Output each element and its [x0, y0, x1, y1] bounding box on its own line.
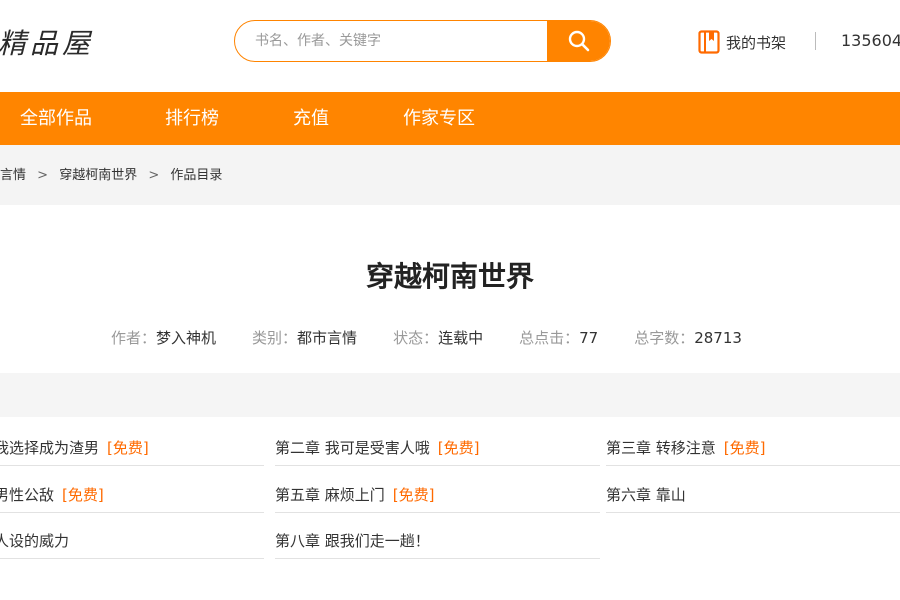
my-bookshelf-link[interactable]: 我的书架 [698, 30, 786, 54]
breadcrumb-separator: > [148, 168, 160, 183]
meta-author: 作者：梦入神机 [111, 327, 216, 348]
search-input[interactable] [235, 21, 547, 61]
chapter-link[interactable]: 第五章 麻烦上门 [免费] [275, 467, 600, 513]
breadcrumb-book[interactable]: 穿越柯南世界 [59, 145, 137, 207]
bookshelf-icon [698, 30, 720, 54]
free-badge: [免费] [62, 486, 104, 504]
chapter-title: 人设的威力 [0, 532, 70, 550]
chapter-title: 第五章 麻烦上门 [275, 486, 385, 504]
chapter-title: 第八章 跟我们走一趟！ [275, 532, 430, 550]
meta-label: 总点击： [519, 329, 580, 347]
meta-label: 状态： [393, 329, 439, 347]
chapter-title: 男性公敌 [0, 486, 55, 504]
chapter-link[interactable]: 人设的威力 [0, 513, 264, 559]
chapter-title: 第二章 我可是受害人哦 [275, 439, 430, 457]
search-button[interactable] [547, 21, 610, 61]
free-badge: [免费] [723, 439, 766, 457]
search-icon [568, 30, 589, 52]
meta-label: 作者： [111, 329, 157, 347]
chapter-link[interactable]: 第六章 靠山 [606, 467, 900, 513]
book-title: 穿越柯南世界 [365, 260, 534, 293]
chapter-title: 第六章 靠山 [606, 486, 686, 504]
nav-rankings[interactable]: 排行榜 [165, 92, 219, 145]
breadcrumb: 言情 > 穿越柯南世界 > 作品目录 [0, 145, 900, 205]
nav-author-zone[interactable]: 作家专区 [403, 92, 475, 145]
meta-value: 梦入神机 [156, 329, 217, 347]
header-divider [815, 32, 816, 50]
meta-clicks: 总点击：77 [519, 327, 598, 348]
meta-status: 状态：连载中 [393, 327, 483, 348]
meta-value: 28713 [694, 329, 742, 347]
book-meta: 作者：梦入神机 类别：都市言情 状态：连载中 总点击：77 总字数：28713 [111, 327, 778, 348]
meta-value: 77 [579, 329, 599, 347]
meta-word-count: 总字数：28713 [634, 327, 742, 348]
free-badge: [免费] [107, 439, 149, 457]
site-logo[interactable]: 精品屋 [0, 22, 94, 62]
bookshelf-label: 我的书架 [726, 33, 787, 52]
nav-recharge[interactable]: 充值 [293, 92, 329, 145]
chapter-link[interactable]: 第八章 跟我们走一趟！ [275, 513, 600, 559]
breadcrumb-separator: > [37, 168, 49, 183]
chapter-link[interactable]: 第三章 转移注意 [免费] [606, 420, 900, 466]
chapter-list-header [0, 373, 900, 417]
top-header: 精品屋 我的书架 135604 [0, 0, 900, 92]
chapter-title: 我选择成为渣男 [0, 439, 100, 457]
main-nav: 全部作品 排行榜 充值 作家专区 [0, 92, 900, 145]
chapter-title: 第三章 转移注意 [606, 439, 716, 457]
breadcrumb-current: 作品目录 [170, 168, 223, 183]
user-account[interactable]: 135604 [841, 31, 900, 50]
meta-label: 总字数： [634, 329, 695, 347]
meta-label: 类别： [252, 329, 298, 347]
meta-value: 都市言情 [297, 329, 358, 347]
meta-category: 类别：都市言情 [252, 327, 357, 348]
chapter-link[interactable]: 男性公敌 [免费] [0, 467, 264, 513]
breadcrumb-category[interactable]: 言情 [0, 145, 26, 207]
chapter-link[interactable]: 我选择成为渣男 [免费] [0, 420, 264, 466]
nav-all-works[interactable]: 全部作品 [20, 92, 92, 145]
chapter-link[interactable]: 第二章 我可是受害人哦 [免费] [275, 420, 600, 466]
free-badge: [免费] [437, 439, 480, 457]
search-box [234, 20, 611, 62]
meta-value: 连载中 [438, 329, 484, 347]
free-badge: [免费] [392, 486, 435, 504]
